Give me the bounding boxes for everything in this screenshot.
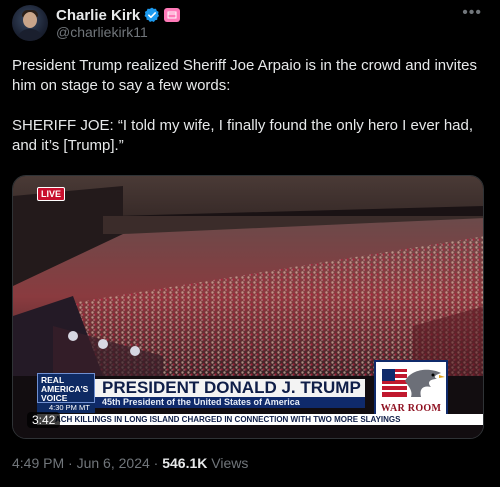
verified-badge-icon[interactable] — [144, 7, 160, 23]
views-label[interactable]: Views — [211, 455, 248, 471]
tweet-date[interactable]: Jun 6, 2024 — [77, 455, 150, 471]
chyron-subtitle: 45th President of the United States of A… — [95, 397, 365, 408]
meta-separator: · — [153, 455, 159, 471]
tweet-text: President Trump realized Sheriff Joe Arp… — [12, 56, 482, 176]
news-ticker: ACH KILLINGS IN LONG ISLAND CHARGED IN C… — [37, 414, 483, 425]
avatar[interactable] — [12, 5, 48, 41]
author-handle[interactable]: @charliekirk11 — [56, 24, 148, 40]
network-logo: REAL AMERICA'S VOICE — [37, 373, 95, 403]
live-badge: LIVE — [37, 187, 66, 201]
author-display-name[interactable]: Charlie Kirk — [56, 7, 140, 24]
affiliate-badge-icon[interactable] — [164, 8, 181, 22]
more-options-icon[interactable]: ••• — [462, 4, 482, 22]
video-duration: 3:42 — [27, 412, 61, 428]
views-count[interactable]: 546.1K — [162, 455, 207, 471]
tweet-meta: 4:49 PM · Jun 6, 2024 · 546.1K Views — [12, 455, 248, 471]
war-room-logo: WAR ROOM — [374, 360, 448, 418]
tweet-time[interactable]: 4:49 PM — [12, 455, 64, 471]
eagle-icon — [379, 365, 445, 401]
chyron-title: PRESIDENT DONALD J. TRUMP — [95, 379, 365, 397]
war-room-label: WAR ROOM — [380, 403, 442, 414]
tweet-paragraph-2: SHERIFF JOE: “I told my wife, I finally … — [12, 117, 474, 154]
meta-separator: · — [68, 455, 73, 471]
tweet-paragraph-1: President Trump realized Sheriff Joe Arp… — [12, 57, 477, 94]
author-name-row: Charlie Kirk — [56, 6, 181, 24]
video-player[interactable]: LIVE REAL AMERICA'S VOICE PRESIDENT DONA… — [12, 175, 484, 439]
